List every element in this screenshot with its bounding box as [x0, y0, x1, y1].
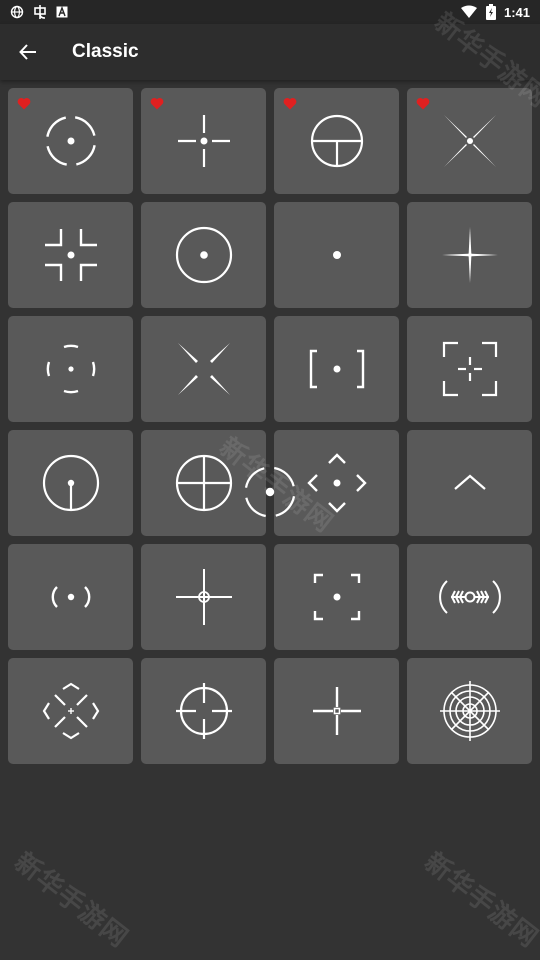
page-title: Classic — [72, 41, 139, 62]
bug-icon — [34, 5, 46, 19]
crosshair-tile-20[interactable] — [407, 544, 532, 650]
crosshair-dashed-circle-dot-icon — [45, 115, 96, 167]
crosshair-diamond-arrows-dot-icon — [306, 453, 367, 513]
crosshair-star-spike-icon — [441, 227, 498, 283]
crosshair-x-dot-icon — [443, 115, 496, 167]
crosshair-x-open-icon — [177, 343, 230, 395]
crosshair-dot-icon — [332, 251, 341, 259]
crosshair-tile-13[interactable] — [8, 430, 133, 536]
crosshair-cross-small-circle-icon — [175, 569, 232, 625]
crosshair-frame-cross-icon — [442, 341, 497, 397]
crosshair-ring-dot-icon — [175, 226, 232, 284]
crosshair-tile-10[interactable] — [141, 316, 266, 422]
crosshair-parens-dot-icon — [51, 586, 90, 608]
crosshair-tile-18[interactable] — [141, 544, 266, 650]
crosshair-corners-dot-icon — [313, 573, 360, 621]
crosshair-tile-12[interactable] — [407, 316, 532, 422]
crosshair-circle-reticle-icon — [175, 683, 232, 739]
watermark-text: 新华手游网 — [419, 846, 540, 954]
crosshair-tile-1[interactable] — [8, 88, 133, 194]
crosshair-circle-stem-icon — [42, 454, 99, 512]
crosshair-tile-3[interactable] — [274, 88, 399, 194]
status-time: 1:41 — [503, 4, 530, 20]
crosshair-tile-22[interactable] — [141, 658, 266, 764]
crosshair-tile-7[interactable] — [274, 202, 399, 308]
battery-icon — [485, 4, 496, 20]
crosshair-tile-5[interactable] — [8, 202, 133, 308]
a-icon — [56, 6, 68, 18]
globe-icon — [10, 5, 24, 19]
crosshair-tile-8[interactable] — [407, 202, 532, 308]
favorite-heart-icon — [283, 98, 297, 110]
crosshair-gap-cross-dot-icon — [177, 115, 230, 167]
wifi-icon — [460, 5, 477, 18]
crosshair-arrow-ring-icon — [438, 580, 501, 614]
crosshair-tile-24[interactable] — [407, 658, 532, 764]
watermark-text: 新华手游网 — [9, 846, 135, 954]
crosshair-tile-23[interactable] — [274, 658, 399, 764]
back-button[interactable] — [0, 24, 56, 80]
crosshair-tile-17[interactable] — [8, 544, 133, 650]
crosshair-target-concentric-icon — [439, 681, 500, 741]
crosshair-corner-brackets-dot-icon — [44, 229, 97, 281]
app-bar: Classic — [0, 24, 540, 80]
crosshair-circle-cross-icon — [175, 454, 232, 512]
crosshair-grid — [8, 88, 532, 764]
crosshair-tile-4[interactable] — [407, 88, 532, 194]
favorite-heart-icon — [150, 98, 164, 110]
crosshair-chevron-icon — [453, 474, 486, 490]
crosshair-tile-16[interactable] — [407, 430, 532, 536]
crosshair-tile-19[interactable] — [274, 544, 399, 650]
favorite-heart-icon — [416, 98, 430, 110]
crosshair-square-brackets-dot-icon — [309, 349, 364, 389]
active-crosshair-overlay-icon[interactable] — [240, 462, 300, 522]
crosshair-cross-square-icon — [312, 687, 361, 735]
arrow-back-icon — [19, 44, 36, 60]
crosshair-circle-scope-icon — [310, 114, 363, 168]
crosshair-tile-2[interactable] — [141, 88, 266, 194]
crosshair-tile-11[interactable] — [274, 316, 399, 422]
crosshair-tile-6[interactable] — [141, 202, 266, 308]
crosshair-tile-21[interactable] — [8, 658, 133, 764]
crosshair-cut-diamond-icon — [42, 682, 99, 740]
crosshair-tile-9[interactable] — [8, 316, 133, 422]
favorite-heart-icon — [17, 98, 31, 110]
status-bar: 1:41 — [0, 0, 540, 24]
crosshair-four-arcs-dot-icon — [46, 344, 95, 394]
